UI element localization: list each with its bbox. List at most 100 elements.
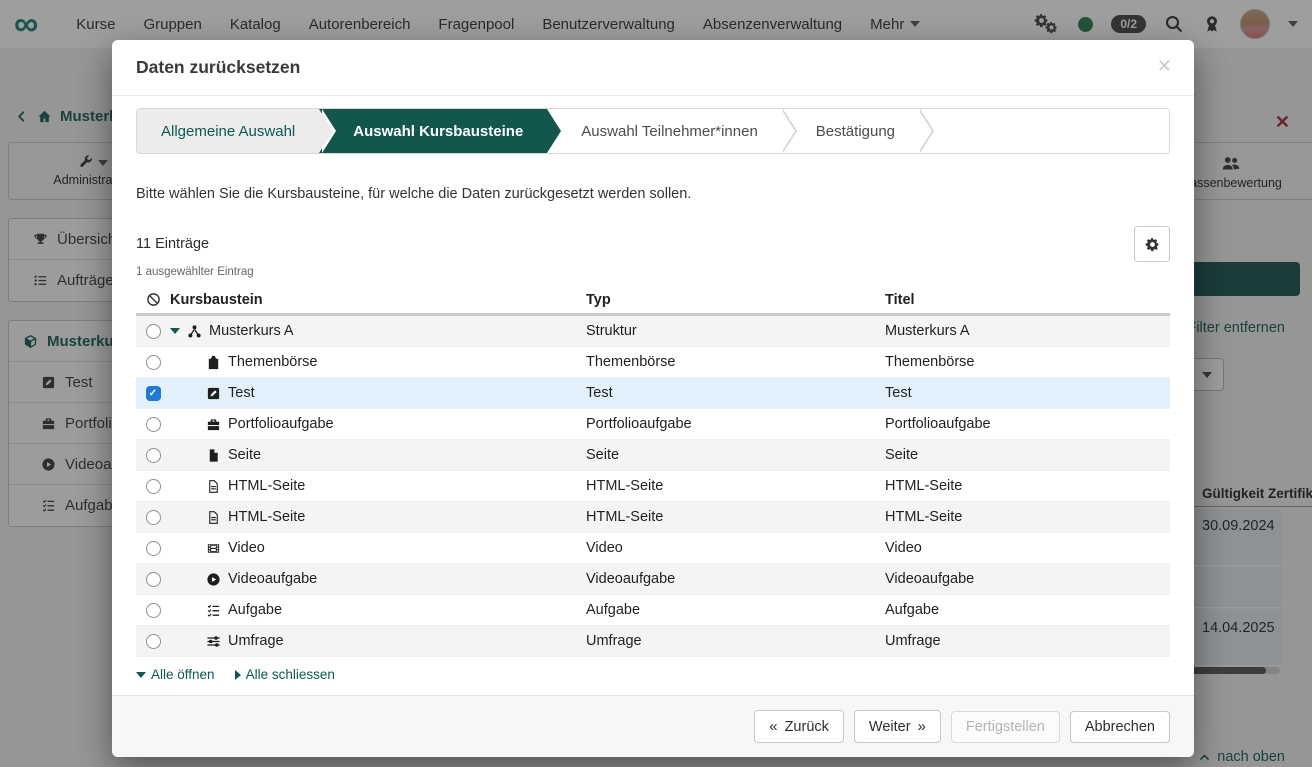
course-node-title: Test: [885, 385, 912, 401]
course-node-type: Struktur: [586, 323, 637, 339]
html-icon: [206, 510, 221, 525]
course-node-title: Themenbörse: [885, 354, 975, 370]
wizard-step-auswahl-kursbausteine: Auswahl Kursbausteine: [319, 109, 562, 153]
caret-right-icon: [234, 669, 241, 680]
column-header-typ[interactable]: Typ: [586, 292, 611, 308]
close-icon[interactable]: ✕: [1157, 56, 1172, 77]
course-node-name: Themenbörse: [228, 354, 318, 370]
course-node-type: Aufgabe: [586, 602, 641, 618]
double-chevron-left-icon: «: [769, 718, 778, 735]
page-icon: [206, 448, 221, 463]
course-elements-table: Kursbaustein Typ Titel Musterkurs A Struk…: [136, 286, 1170, 657]
column-header-kursbaustein[interactable]: Kursbaustein: [170, 292, 263, 308]
table-settings-button[interactable]: [1134, 226, 1170, 262]
course-table-body: Musterkurs A Struktur Musterkurs A Themenbö…: [136, 316, 1170, 657]
html-icon: [206, 479, 221, 494]
instruction-text: Bitte wählen Sie die Kursbausteine, für …: [136, 186, 692, 202]
course-node-title: Videoaufgabe: [885, 571, 975, 587]
row-checkbox[interactable]: [145, 416, 161, 432]
course-node-title: Seite: [885, 447, 919, 463]
wizard-step-bestaetigung: Bestätigung: [781, 109, 935, 153]
course-node-name: HTML-Seite: [228, 478, 306, 494]
dialog-footer: «Zurück Weiter» Fertigstellen Abbrechen: [112, 695, 1194, 757]
row-checkbox[interactable]: [145, 602, 161, 618]
course-node-name: Video: [228, 540, 265, 556]
course-node-name: Portfolioaufgabe: [228, 416, 334, 432]
next-button[interactable]: Weiter»: [853, 710, 941, 743]
dialog-title: Daten zurücksetzen: [136, 57, 301, 77]
course-node-type: Themenbörse: [586, 354, 676, 370]
wizard-steps: Allgemeine Auswahl Auswahl Kursbausteine…: [136, 108, 1170, 154]
course-node-row[interactable]: HTML-Seite HTML-Seite HTML-Seite: [136, 471, 1170, 502]
course-node-name: Test: [228, 385, 255, 401]
course-node-type: HTML-Seite: [586, 509, 664, 525]
course-node-type: Seite: [586, 447, 620, 463]
ban-icon[interactable]: [146, 292, 161, 307]
video-icon: [206, 541, 221, 556]
dialog-header: Daten zurücksetzen ✕: [112, 40, 1194, 96]
collapse-caret-icon[interactable]: [170, 328, 180, 334]
videotask-icon: [206, 572, 221, 587]
gear-icon: [1145, 237, 1160, 252]
wizard-step-allgemeine-auswahl[interactable]: Allgemeine Auswahl: [137, 109, 337, 153]
cancel-button[interactable]: Abbrechen: [1069, 710, 1170, 743]
course-node-row[interactable]: Musterkurs A Struktur Musterkurs A: [136, 316, 1170, 347]
survey-icon: [206, 634, 221, 649]
course-node-name: HTML-Seite: [228, 509, 306, 525]
double-chevron-right-icon: »: [917, 718, 926, 735]
selected-count: 1 ausgewählter Eintrag: [136, 266, 254, 278]
back-button[interactable]: «Zurück: [754, 710, 844, 743]
course-node-title: Video: [885, 540, 922, 556]
course-node-title: Portfolioaufgabe: [885, 416, 991, 432]
column-header-titel[interactable]: Titel: [885, 292, 915, 308]
course-node-row[interactable]: Portfolioaufgabe Portfolioaufgabe Portfoli…: [136, 409, 1170, 440]
row-checkbox[interactable]: ✓: [145, 385, 161, 401]
topicbroker-icon: [206, 355, 221, 370]
wizard-steps-filler: [919, 109, 1169, 153]
course-node-title: HTML-Seite: [885, 509, 963, 525]
course-node-row[interactable]: ✓ Test Test Test: [136, 378, 1170, 409]
course-node-row[interactable]: Themenbörse Themenbörse Themenbörse: [136, 347, 1170, 378]
test-icon: [206, 386, 221, 401]
entries-count: 11 Einträge: [136, 236, 210, 252]
row-checkbox[interactable]: [145, 540, 161, 556]
course-node-type: Test: [586, 385, 613, 401]
course-node-title: Umfrage: [885, 633, 941, 649]
course-node-row[interactable]: Seite Seite Seite: [136, 440, 1170, 471]
row-checkbox[interactable]: [145, 447, 161, 463]
course-node-row[interactable]: HTML-Seite HTML-Seite HTML-Seite: [136, 502, 1170, 533]
course-node-type: Videoaufgabe: [586, 571, 676, 587]
course-node-name: Umfrage: [228, 633, 284, 649]
table-header-row: Kursbaustein Typ Titel: [136, 286, 1170, 316]
course-node-name: Musterkurs A: [209, 323, 294, 339]
caret-down-icon: [136, 671, 146, 678]
wizard-step-auswahl-teilnehmer: Auswahl Teilnehmer*innen: [547, 109, 797, 153]
task-icon: [206, 603, 221, 618]
course-node-type: Umfrage: [586, 633, 642, 649]
row-checkbox[interactable]: [145, 354, 161, 370]
course-node-title: HTML-Seite: [885, 478, 963, 494]
screen: ∞ Kurse Gruppen Katalog Autorenbereich F…: [0, 0, 1312, 767]
course-node-name: Videoaufgabe: [228, 571, 318, 587]
row-checkbox[interactable]: [145, 323, 161, 339]
row-checkbox[interactable]: [145, 478, 161, 494]
course-node-title: Aufgabe: [885, 602, 940, 618]
finish-button: Fertigstellen: [950, 710, 1060, 743]
course-node-type: Video: [586, 540, 623, 556]
reset-data-dialog: Daten zurücksetzen ✕ Allgemeine Auswahl …: [112, 40, 1194, 757]
portfolio-icon: [206, 417, 221, 432]
course-node-row[interactable]: Video Video Video: [136, 533, 1170, 564]
course-node-row[interactable]: Umfrage Umfrage Umfrage: [136, 626, 1170, 657]
row-checkbox[interactable]: [145, 633, 161, 649]
row-checkbox[interactable]: [145, 509, 161, 525]
row-checkbox[interactable]: [145, 571, 161, 587]
course-node-type: Portfolioaufgabe: [586, 416, 692, 432]
collapse-all-link[interactable]: Alle schliessen: [234, 667, 335, 682]
course-node-row[interactable]: Aufgabe Aufgabe Aufgabe: [136, 595, 1170, 626]
course-node-row[interactable]: Videoaufgabe Videoaufgabe Videoaufgabe: [136, 564, 1170, 595]
course-node-name: Aufgabe: [228, 602, 283, 618]
expand-all-link[interactable]: Alle öffnen: [136, 667, 215, 682]
course-node-name: Seite: [228, 447, 262, 463]
course-node-type: HTML-Seite: [586, 478, 664, 494]
structure-icon: [187, 324, 202, 339]
